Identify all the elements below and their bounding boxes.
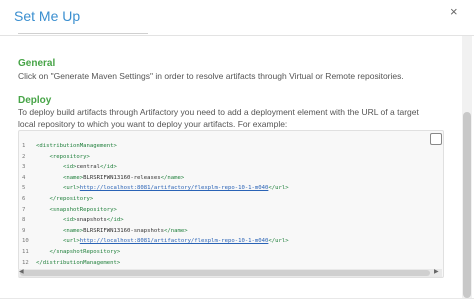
code-value: BLRSRIFWN13160-releases [83, 174, 161, 181]
code-open-tag: <name> [62, 174, 84, 181]
code-open-tag: <snapshotRepository> [49, 206, 117, 213]
dialog-bottom-divider [0, 298, 474, 299]
code-open-tag: <name> [62, 227, 84, 234]
title-divider [0, 35, 474, 36]
code-close-tag: </name> [164, 227, 188, 234]
code-open-tag: <url> [62, 238, 80, 245]
code-line: 6 </repository> [22, 194, 289, 205]
line-number: 2 [22, 153, 26, 160]
close-icon[interactable]: × [450, 4, 458, 19]
line-number: 12 [22, 259, 29, 266]
code-line: 11 </snapshotRepository> [22, 247, 289, 258]
code-close-tag: </name> [160, 174, 185, 181]
code-line: 1 <distributionManagement> [22, 141, 289, 152]
code-line: 5 <url>http://localhost:8081/artifactory… [22, 183, 289, 194]
code-scroll-thumb[interactable] [20, 270, 430, 276]
code-lines: 1 <distributionManagement> 2 <repository> 3… [22, 141, 289, 268]
line-number: 8 [22, 217, 26, 224]
line-number: 10 [22, 238, 29, 245]
scroll-left-icon[interactable]: ◀ [19, 268, 24, 275]
code-value: snapshots [76, 217, 107, 224]
code-line: 10 <url>http://localhost:8081/artifactor… [22, 236, 289, 247]
code-line: 12 </distributionManagement> [22, 258, 289, 269]
code-open-tag: <distributionManagement> [36, 143, 117, 149]
line-number: 4 [22, 174, 26, 181]
code-open-tag: </distributionManagement> [36, 259, 121, 266]
code-open-tag: </snapshotRepository> [49, 248, 121, 255]
copy-icon[interactable] [430, 133, 442, 145]
code-close-tag: </url> [268, 238, 289, 245]
line-number: 1 [22, 143, 26, 149]
code-open-tag: <url> [62, 185, 80, 192]
code-open-tag: <id> [62, 164, 77, 171]
line-number: 11 [22, 248, 29, 255]
deploy-heading: Deploy [18, 95, 52, 106]
code-line: 7 <snapshotRepository> [22, 205, 289, 216]
deploy-text: To deploy build artifacts through Artifa… [18, 107, 419, 129]
code-url[interactable]: http://localhost:8081/artifactory/flexpl… [80, 185, 269, 191]
code-line: 2 <repository> [22, 152, 289, 163]
code-line: 4 <name>BLRSRIFWN13160-releases</name> [22, 173, 289, 184]
line-number: 3 [22, 164, 26, 171]
dialog-scroll-thumb[interactable] [463, 112, 471, 298]
line-number: 5 [22, 185, 26, 192]
code-open-tag: <id> [62, 217, 77, 224]
code-url[interactable]: http://localhost:8081/artifactory/flexpl… [80, 238, 269, 244]
code-line: 3 <id>central</id> [22, 162, 289, 173]
general-heading: General [18, 58, 56, 69]
code-close-tag: </id> [106, 217, 124, 224]
code-line: 8 <id>snapshots</id> [22, 215, 289, 226]
search-input[interactable] [18, 22, 148, 34]
code-close-tag: </id> [100, 164, 117, 171]
code-line: 9 <name>BLRSRIFWN13160-snapshots</name> [22, 226, 289, 237]
code-value: BLRSRIFWN13160-snapshots [83, 227, 164, 234]
line-number: 6 [22, 195, 26, 202]
general-text: Click on "Generate Maven Settings" in or… [18, 71, 404, 81]
code-value: central [76, 164, 101, 171]
code-close-tag: </url> [268, 185, 289, 192]
scroll-right-icon[interactable]: ▶ [434, 268, 439, 275]
set-me-up-dialog: Set Me Up × General Click on "Generate M… [0, 0, 474, 303]
code-open-tag: <repository> [49, 153, 90, 160]
line-number: 9 [22, 227, 26, 234]
code-open-tag: </repository> [49, 195, 94, 202]
line-number: 7 [22, 206, 26, 213]
